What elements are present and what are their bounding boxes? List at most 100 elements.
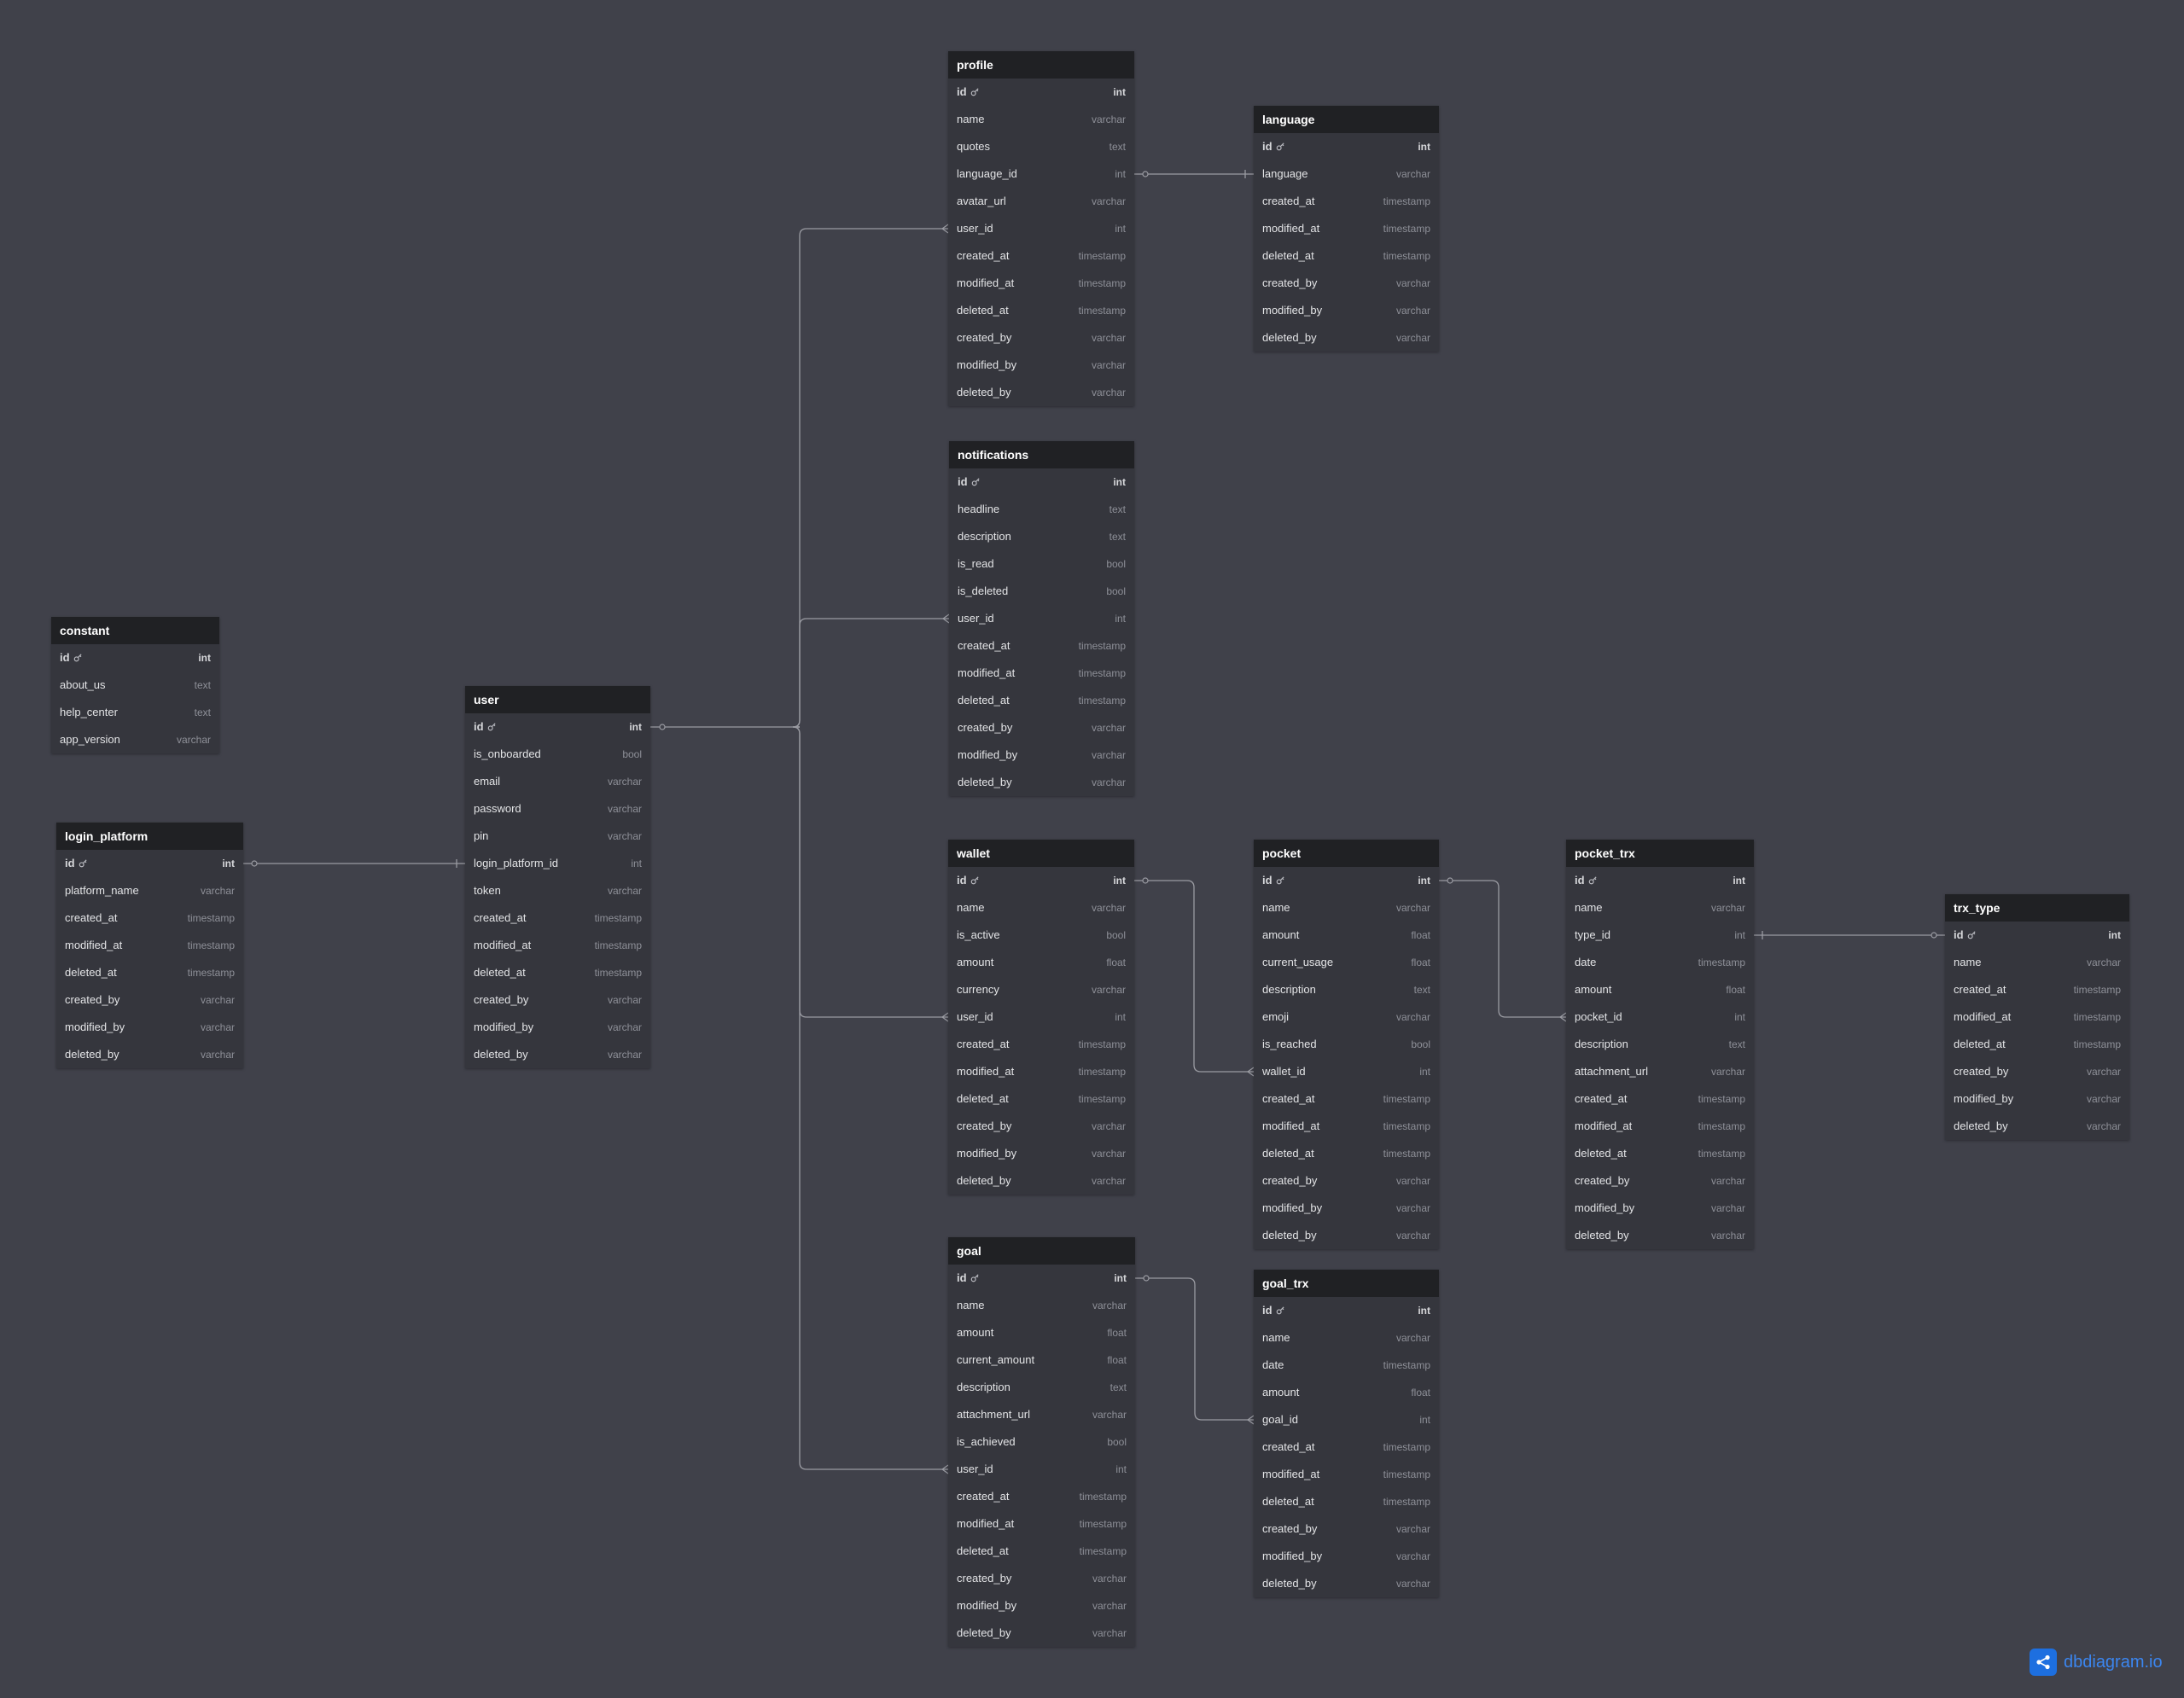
field-row[interactable]: name varchar: [948, 106, 1134, 133]
field-row[interactable]: modified_by varchar: [1945, 1085, 2129, 1113]
field-row[interactable]: name varchar: [948, 1292, 1135, 1319]
field-row[interactable]: amount float: [948, 1319, 1135, 1346]
field-row[interactable]: created_by varchar: [56, 986, 243, 1014]
field-row[interactable]: emoji varchar: [1254, 1003, 1439, 1031]
field-row[interactable]: user_id int: [948, 1003, 1134, 1031]
field-row[interactable]: amount float: [1566, 976, 1754, 1003]
field-row[interactable]: deleted_by varchar: [1254, 324, 1439, 352]
field-row[interactable]: language varchar: [1254, 160, 1439, 188]
field-row[interactable]: headline text: [949, 496, 1134, 523]
field-row[interactable]: quotes text: [948, 133, 1134, 160]
field-row[interactable]: modified_at timestamp: [948, 1510, 1135, 1538]
field-row[interactable]: created_at timestamp: [949, 632, 1134, 660]
field-row[interactable]: modified_by varchar: [1254, 1543, 1439, 1570]
relationship-user-goal[interactable]: [792, 726, 948, 1470]
field-row[interactable]: user_id int: [948, 215, 1134, 242]
field-row[interactable]: created_at timestamp: [465, 904, 650, 932]
table-pocket-trx[interactable]: pocket_trx id int name varchar type_id int date…: [1566, 840, 1754, 1249]
field-row[interactable]: is_deleted bool: [949, 578, 1134, 605]
table-notifications[interactable]: notifications id int headline text descriptio…: [949, 441, 1134, 796]
field-row[interactable]: created_at timestamp: [948, 1031, 1134, 1058]
field-row[interactable]: deleted_at timestamp: [1254, 242, 1439, 270]
field-row[interactable]: attachment_url varchar: [1566, 1058, 1754, 1085]
field-row[interactable]: created_by varchar: [948, 1113, 1134, 1140]
field-row[interactable]: is_active bool: [948, 922, 1134, 949]
field-row[interactable]: pocket_id int: [1566, 1003, 1754, 1031]
field-row[interactable]: modified_by varchar: [948, 1140, 1134, 1167]
field-row[interactable]: is_onboarded bool: [465, 741, 650, 768]
field-row[interactable]: created_at timestamp: [1254, 1433, 1439, 1461]
table-profile[interactable]: profile id int name varchar quotes text languag…: [948, 51, 1134, 406]
field-row[interactable]: deleted_at timestamp: [1945, 1031, 2129, 1058]
field-row[interactable]: is_reached bool: [1254, 1031, 1439, 1058]
field-row[interactable]: about_us text: [51, 672, 219, 699]
field-row[interactable]: modified_at timestamp: [948, 1058, 1134, 1085]
field-row[interactable]: name varchar: [948, 894, 1134, 922]
field-row[interactable]: modified_by varchar: [949, 741, 1134, 769]
field-row[interactable]: modified_at timestamp: [1254, 215, 1439, 242]
field-row[interactable]: id int: [1566, 867, 1754, 894]
field-row[interactable]: deleted_by varchar: [1254, 1570, 1439, 1597]
table-header[interactable]: user: [465, 686, 650, 713]
field-row[interactable]: id int: [948, 79, 1134, 106]
field-row[interactable]: deleted_at timestamp: [1254, 1488, 1439, 1515]
field-row[interactable]: modified_at timestamp: [1254, 1461, 1439, 1488]
table-header[interactable]: trx_type: [1945, 894, 2129, 922]
field-row[interactable]: deleted_at timestamp: [948, 297, 1134, 324]
table-header[interactable]: goal: [948, 1237, 1135, 1265]
field-row[interactable]: id int: [56, 850, 243, 877]
field-row[interactable]: email varchar: [465, 768, 650, 795]
table-header[interactable]: login_platform: [56, 823, 243, 850]
field-row[interactable]: modified_at timestamp: [948, 270, 1134, 297]
field-row[interactable]: deleted_by varchar: [1566, 1222, 1754, 1249]
field-row[interactable]: deleted_by varchar: [948, 379, 1134, 406]
diagram-canvas[interactable]: profile id int name varchar quotes text languag…: [0, 0, 2184, 1698]
field-row[interactable]: deleted_by varchar: [56, 1041, 243, 1068]
field-row[interactable]: current_amount float: [948, 1346, 1135, 1374]
field-row[interactable]: created_by varchar: [1566, 1167, 1754, 1195]
field-row[interactable]: modified_at timestamp: [56, 932, 243, 959]
field-row[interactable]: modified_by varchar: [948, 352, 1134, 379]
field-row[interactable]: deleted_at timestamp: [949, 687, 1134, 714]
table-pocket[interactable]: pocket id int name varchar amount float current…: [1254, 840, 1439, 1249]
field-row[interactable]: created_by varchar: [1254, 1167, 1439, 1195]
table-header[interactable]: language: [1254, 106, 1439, 133]
field-row[interactable]: deleted_by varchar: [949, 769, 1134, 796]
field-row[interactable]: help_center text: [51, 699, 219, 726]
relationship-wallet-pocket[interactable]: [1134, 880, 1254, 1073]
relationship-user-wallet[interactable]: [792, 726, 948, 1018]
field-row[interactable]: created_at timestamp: [1254, 188, 1439, 215]
field-row[interactable]: deleted_by varchar: [465, 1041, 650, 1068]
field-row[interactable]: created_at timestamp: [948, 1483, 1135, 1510]
field-row[interactable]: created_by varchar: [948, 1565, 1135, 1592]
table-header[interactable]: pocket_trx: [1566, 840, 1754, 867]
field-row[interactable]: created_by varchar: [948, 324, 1134, 352]
field-row[interactable]: created_at timestamp: [1945, 976, 2129, 1003]
field-row[interactable]: created_at timestamp: [56, 904, 243, 932]
table-wallet[interactable]: wallet id int name varchar is_active bool amoun…: [948, 840, 1134, 1195]
field-row[interactable]: token varchar: [465, 877, 650, 904]
field-row[interactable]: description text: [1566, 1031, 1754, 1058]
field-row[interactable]: modified_by varchar: [1254, 1195, 1439, 1222]
field-row[interactable]: created_by varchar: [1945, 1058, 2129, 1085]
relationship-user-notifications[interactable]: [792, 618, 949, 728]
field-row[interactable]: is_achieved bool: [948, 1428, 1135, 1456]
table-language[interactable]: language id int language varchar created_at ti…: [1254, 106, 1439, 352]
field-row[interactable]: modified_at timestamp: [949, 660, 1134, 687]
field-row[interactable]: pin varchar: [465, 823, 650, 850]
field-row[interactable]: created_at timestamp: [948, 242, 1134, 270]
field-row[interactable]: app_version varchar: [51, 726, 219, 753]
field-row[interactable]: amount float: [948, 949, 1134, 976]
field-row[interactable]: modified_by varchar: [1566, 1195, 1754, 1222]
field-row[interactable]: description text: [1254, 976, 1439, 1003]
field-row[interactable]: modified_by varchar: [56, 1014, 243, 1041]
field-row[interactable]: user_id int: [949, 605, 1134, 632]
field-row[interactable]: created_by varchar: [1254, 1515, 1439, 1543]
field-row[interactable]: deleted_by varchar: [948, 1167, 1134, 1195]
field-row[interactable]: created_by varchar: [1254, 270, 1439, 297]
field-row[interactable]: deleted_at timestamp: [465, 959, 650, 986]
field-row[interactable]: password varchar: [465, 795, 650, 823]
field-row[interactable]: type_id int: [1566, 922, 1754, 949]
field-row[interactable]: id int: [948, 1265, 1135, 1292]
table-header[interactable]: pocket: [1254, 840, 1439, 867]
